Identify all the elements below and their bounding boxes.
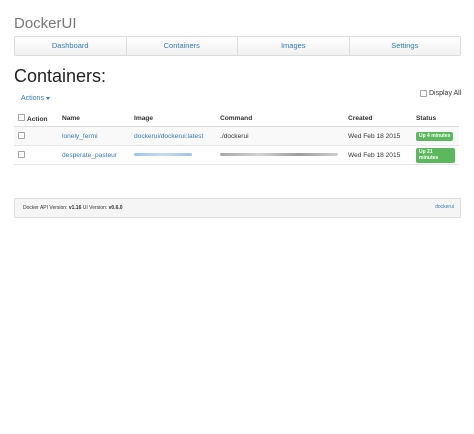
tab-settings[interactable]: Settings [350,37,461,55]
footer: Docker API Version: v1.16 UI Version: v0… [14,198,461,218]
containers-table: Action Name Image Command Created Status… [14,110,459,165]
tab-images[interactable]: Images [238,37,350,55]
header-action: Action [14,110,58,127]
status-badge: Up 21 minutes [416,147,455,163]
container-image-link[interactable]: dockerui/dockerui:latest [134,133,203,140]
api-version-label: Docker API Version: [23,205,68,211]
container-status: Up 21 minutes [412,145,459,165]
display-all-checkbox[interactable] [420,90,427,97]
display-all-label: Display All [429,90,462,97]
table-header-row: Action Name Image Command Created Status [14,110,459,127]
container-image [130,145,216,165]
redacted-image-link[interactable] [134,153,192,157]
table-row: desperate_pasteur Wed Feb 18 2015 Up 21 … [14,145,459,165]
footer-link[interactable]: dockerui [435,204,454,210]
status-badge: Up 4 minutes [416,131,454,141]
container-created: Wed Feb 18 2015 [344,126,412,146]
ui-version-label: UI Version: [82,205,108,211]
api-version: v1.16 [68,205,82,211]
row-action-cell [14,126,58,146]
container-name: lonely_fermi [58,126,130,146]
container-status: Up 4 minutes [412,126,459,146]
header-action-label: Action [27,115,48,123]
header-created: Created [344,110,412,127]
tab-dashboard[interactable]: Dashboard [15,37,127,55]
caret-down-icon [45,96,50,100]
container-name-link[interactable]: desperate_pasteur [62,152,117,159]
actions-dropdown[interactable]: Actions [21,95,50,102]
container-command: ./dockerui [216,126,344,146]
header-command: Command [216,110,344,127]
actions-label: Actions [21,95,44,102]
row-checkbox[interactable] [18,150,25,158]
header-image: Image [130,110,216,127]
container-name: desperate_pasteur [58,145,130,165]
version-info: Docker API Version: v1.16 UI Version: v0… [23,205,123,211]
row-action-cell [14,145,58,165]
container-command [216,145,344,165]
header-status: Status [412,110,459,127]
container-name-link[interactable]: lonely_fermi [62,133,98,140]
redacted-command [220,153,338,157]
display-all-toggle[interactable]: Display All [420,90,461,97]
container-created: Wed Feb 18 2015 [344,145,412,165]
header-name: Name [58,110,130,127]
table-row: lonely_fermi dockerui/dockerui:latest ./… [14,126,459,146]
main-nav: Dashboard Containers Images Settings [14,36,461,56]
ui-version: v0.6.0 [108,205,123,211]
app-brand[interactable]: DockerUI [14,15,77,32]
page-title: Containers: [14,66,107,86]
row-checkbox[interactable] [18,131,25,139]
container-image: dockerui/dockerui:latest [130,126,216,146]
tab-containers[interactable]: Containers [127,37,238,55]
select-all-checkbox[interactable] [18,113,25,121]
